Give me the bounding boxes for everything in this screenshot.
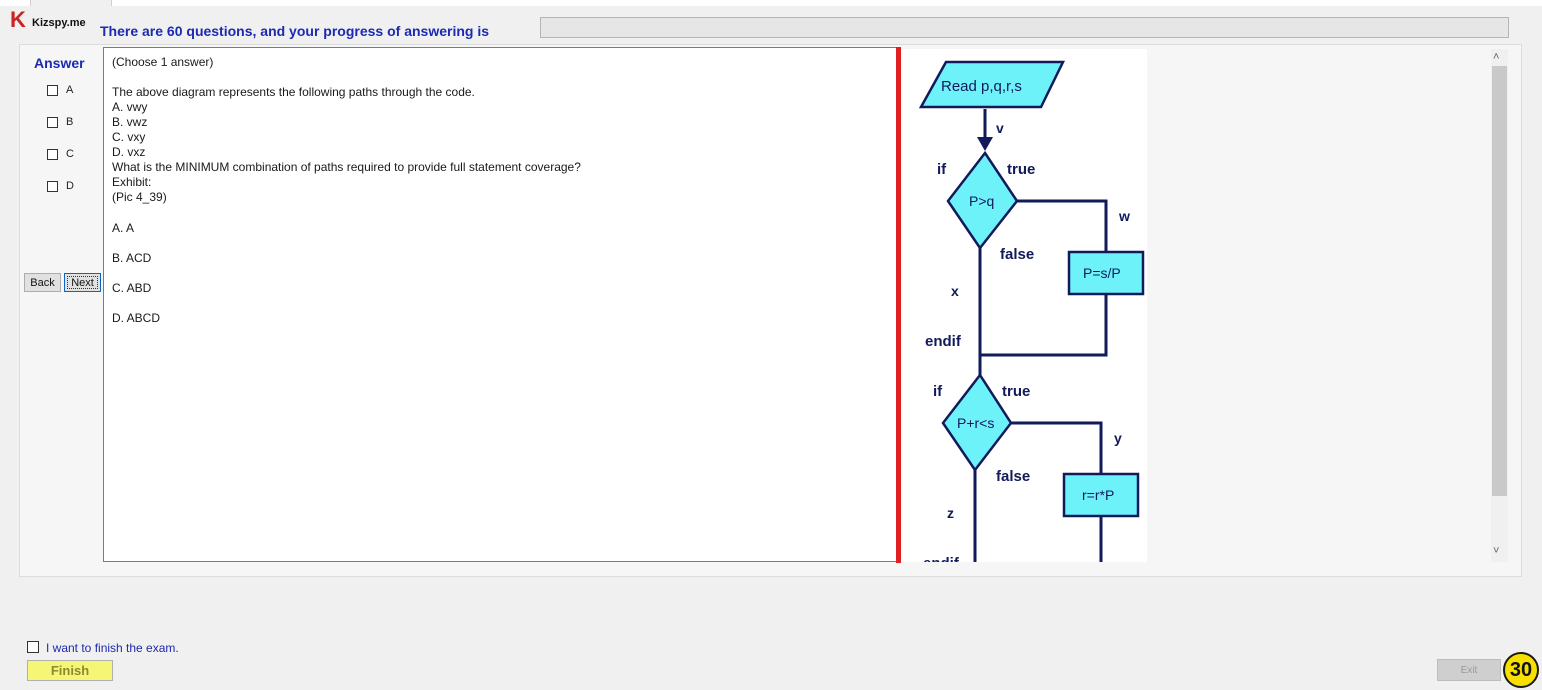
choice-d: D. ABCD — [112, 311, 161, 325]
question-line: The above diagram represents the followi… — [112, 85, 475, 99]
question-instruction: (Choose 1 answer) — [112, 55, 214, 69]
scroll-up-icon[interactable]: ˄ — [1493, 51, 1499, 63]
question-line: (Pic 4_39) — [112, 190, 167, 204]
answer-option-d[interactable]: D — [47, 179, 74, 193]
question-line: Exhibit: — [112, 175, 152, 189]
checkbox-c[interactable] — [47, 148, 58, 160]
label-endif-1: endif — [925, 333, 962, 350]
label-true-2: true — [1002, 383, 1030, 400]
process-1-label: P=s/P — [1083, 265, 1121, 281]
logo-text: Kizspy.me — [32, 17, 86, 29]
next-button[interactable]: Next — [64, 273, 101, 292]
label-x: x — [951, 283, 959, 299]
label-if-2: if — [933, 383, 943, 400]
checkbox-d[interactable] — [47, 180, 58, 192]
answer-option-b[interactable]: B — [47, 115, 73, 129]
finish-exam-checkbox[interactable] — [27, 641, 39, 653]
choice-b: B. ACD — [112, 251, 152, 265]
answer-option-a[interactable]: A — [47, 83, 73, 97]
question-line: C. vxy — [112, 130, 146, 144]
label-false-1: false — [1000, 246, 1034, 263]
scroll-down-icon[interactable]: ˅ — [1493, 545, 1499, 557]
choice-a: A. A — [112, 221, 135, 235]
flow-line-w-return — [980, 294, 1108, 357]
flow-line-y — [1011, 421, 1103, 474]
answer-heading: Answer — [34, 55, 85, 71]
finish-button[interactable]: Finish — [27, 660, 113, 681]
flowchart-exhibit: Read p,q,r,s v if true P>q w false P=s/P… — [901, 49, 1147, 562]
label-w: w — [1118, 208, 1130, 224]
choice-c: C. ABD — [112, 281, 152, 295]
option-label-d: D — [66, 180, 74, 192]
label-v: v — [996, 120, 1004, 136]
condition-2-label: P+r<s — [957, 415, 994, 431]
option-label-c: C — [66, 148, 74, 160]
condition-1-label: P>q — [969, 193, 994, 209]
label-y: y — [1114, 430, 1122, 446]
checkbox-b[interactable] — [47, 116, 58, 128]
question-line: A. vwy — [112, 100, 148, 114]
question-number-badge: 30 — [1503, 652, 1539, 688]
question-line: What is the MINIMUM combination of paths… — [112, 160, 581, 174]
top-strip — [0, 0, 1542, 6]
question-line: B. vwz — [112, 115, 148, 129]
exit-button[interactable]: Exit — [1437, 659, 1501, 681]
option-label-b: B — [66, 116, 74, 128]
label-false-2: false — [996, 468, 1030, 485]
answer-option-c[interactable]: C — [47, 147, 74, 161]
checkbox-a[interactable] — [47, 84, 58, 96]
label-true-1: true — [1007, 161, 1035, 178]
label-if-1: if — [937, 161, 947, 178]
scrollbar-thumb[interactable] — [1492, 66, 1507, 496]
question-line: D. vxz — [112, 145, 146, 159]
option-label-a: A — [66, 84, 74, 96]
read-label: Read p,q,r,s — [941, 78, 1022, 95]
process-2-label: r=r*P — [1082, 487, 1114, 503]
arrowhead-icon — [977, 137, 993, 151]
question-textbox[interactable]: (Choose 1 answer) The above diagram repr… — [103, 47, 897, 562]
flowchart-svg: Read p,q,r,s v if true P>q w false P=s/P… — [918, 60, 1145, 562]
window-tab — [30, 0, 112, 6]
progress-caption: There are 60 questions, and your progres… — [100, 23, 489, 39]
back-button[interactable]: Back — [24, 273, 61, 292]
logo-icon: K — [10, 7, 26, 32]
label-z: z — [947, 505, 954, 521]
progress-bar — [540, 17, 1509, 38]
label-endif-2: endif — [923, 555, 960, 562]
finish-exam-label: I want to finish the exam. — [46, 641, 179, 655]
flow-line-w — [1017, 199, 1108, 252]
